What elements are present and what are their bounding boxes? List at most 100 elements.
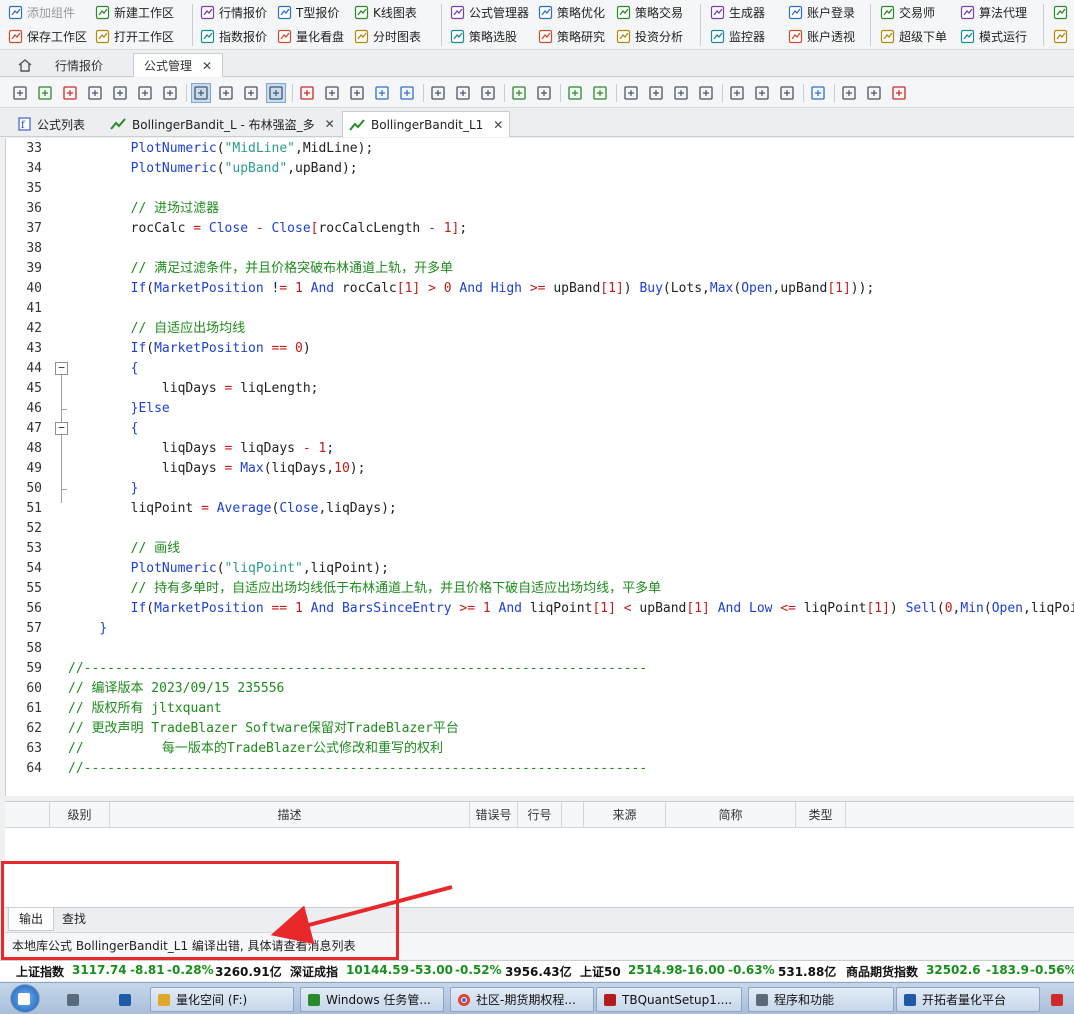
toolbar-button-save-workspace[interactable]: 保存工作区 (8, 25, 87, 47)
toolbar-button-open[interactable] (85, 83, 105, 103)
toolbar-button-copy[interactable] (322, 83, 342, 103)
taskbar-item-windows-start[interactable] (10, 984, 40, 1013)
desktop-icon (67, 993, 79, 1006)
column-header[interactable]: 级别 (50, 802, 110, 828)
toolbar-button-edit[interactable] (509, 83, 529, 103)
column-header[interactable]: 简称 (666, 802, 796, 828)
toolbar-button-strategy-optimize[interactable]: 策略优化 (538, 1, 605, 23)
toolbar-button-invest-analysis[interactable]: 投资分析 (616, 25, 683, 47)
toolbar-button-paste[interactable] (347, 83, 367, 103)
toolbar-button-cut[interactable] (297, 83, 317, 103)
toolbar-button-redo[interactable] (397, 83, 417, 103)
taskbar-item-folder[interactable]: 量化空间 (F:) (150, 987, 294, 1012)
taskbar-item-tb-platform[interactable]: 开拓者量化平台 (896, 987, 1040, 1012)
toolbar-button-strategy-trade[interactable]: 策略交易 (616, 1, 683, 23)
toolbar-button-panel-left[interactable] (191, 83, 211, 103)
toolbar-button-menu[interactable] (10, 83, 30, 103)
toolbar-button-kline-chart[interactable]: K线图表 (354, 1, 417, 23)
toolbar-button-account-view[interactable]: 账户透视 (788, 25, 855, 47)
toolbar-button-export[interactable] (590, 83, 610, 103)
close-icon[interactable]: ✕ (202, 59, 212, 73)
taskbar-item-task-manager[interactable]: Windows 任务管... (300, 987, 444, 1012)
toolbar-button-super-order[interactable]: 超级下单 (880, 25, 947, 47)
taskbar-item-chrome[interactable]: 社区-期货期权程... (450, 987, 594, 1012)
toolbar-button-account-login[interactable]: 账户登录 (788, 1, 855, 23)
toolbar-button-add-component[interactable]: 添加组件 (8, 1, 75, 23)
fold-toggle-icon[interactable]: − (55, 422, 68, 435)
close-icon[interactable]: ✕ (325, 117, 335, 131)
toolbar-button-goto[interactable] (696, 83, 716, 103)
toolbar-button-grid-b[interactable] (453, 83, 473, 103)
toolbar-button-search[interactable] (646, 83, 666, 103)
toolbar-button-mode-run[interactable]: 模式运行 (960, 25, 1027, 47)
toolbar-button-formula-manager[interactable]: 公式管理器 (450, 1, 529, 23)
toolbar-button-new-workspace[interactable]: 新建工作区 (95, 1, 174, 23)
toolbar-button-list[interactable] (241, 83, 261, 103)
toolbar-button-zoom-in[interactable] (752, 83, 772, 103)
tab-home[interactable] (8, 53, 42, 77)
toolbar-button-check[interactable] (864, 83, 884, 103)
code-line: 36 // 进场过滤器 (6, 199, 1074, 219)
taskbar-item-programs[interactable]: 程序和功能 (748, 987, 894, 1012)
column-header[interactable]: 来源 (584, 802, 666, 828)
taskbar-item-desktop[interactable] (60, 987, 90, 1012)
toolbar-button-quant-view[interactable]: 量化看盘 (277, 25, 344, 47)
column-header[interactable]: 错误号 (470, 802, 518, 828)
toolbar-button-preview[interactable] (266, 83, 286, 103)
tab-formula-manager[interactable]: 公式管理 ✕ (133, 53, 223, 77)
column-header[interactable]: 描述 (110, 802, 470, 828)
ticker-name[interactable]: 商品期货指数 (846, 963, 918, 980)
toolbar-button-tree[interactable] (216, 83, 236, 103)
ticker-name[interactable]: 深证成指 (290, 963, 338, 980)
line-number: 62 (26, 721, 42, 736)
toolbar-button-save[interactable] (135, 83, 155, 103)
code-editor[interactable]: 33 PlotNumeric("MidLine",MidLine); 34 Plo… (5, 138, 1074, 796)
toolbar-button-replace[interactable] (671, 83, 691, 103)
toolbar-button-save-all[interactable] (160, 83, 180, 103)
toolbar-button-zoom-out[interactable] (777, 83, 797, 103)
toolbar-button-index-quote[interactable]: 指数报价 (200, 25, 267, 47)
toolbar-button-t-quote[interactable]: T型报价 (277, 1, 339, 23)
toolbar-button-stock-picking[interactable]: 策略选股 (450, 25, 517, 47)
toolbar-button-open-workspace[interactable]: 打开工作区 (95, 25, 174, 47)
toolbar-button-disabled-edit[interactable] (534, 83, 554, 103)
toolbar-button-verify[interactable] (621, 83, 641, 103)
toolbar-button-undo[interactable] (372, 83, 392, 103)
tab-find[interactable]: 查找 (52, 908, 96, 931)
tab-bollinger-l[interactable]: BollingerBandit_L - 布林强盗_多 ✕ (104, 111, 340, 137)
toolbar-button-algo-agent[interactable]: 算法代理 (960, 1, 1027, 23)
toolbar-button-strategy-research[interactable]: 策略研究 (538, 25, 605, 47)
toolbar-button-grid-a[interactable] (428, 83, 448, 103)
toolbar-button-settings[interactable] (1053, 1, 1072, 23)
toolbar-button-layout[interactable] (1053, 25, 1072, 47)
column-header[interactable] (562, 802, 584, 828)
ticker-name[interactable]: 上证50 (580, 963, 621, 980)
toolbar-button-swap[interactable] (808, 83, 828, 103)
column-header[interactable]: 类型 (796, 802, 846, 828)
column-header[interactable]: 行号 (518, 802, 562, 828)
toolbar-button-new-formula[interactable] (35, 83, 55, 103)
toolbar-button-timeshare-chart[interactable]: 分时图表 (354, 25, 421, 47)
toolbar-button-import[interactable] (565, 83, 585, 103)
toolbar-button-quote[interactable]: 行情报价 (200, 1, 267, 23)
toolbar-button-monitor[interactable]: 监控器 (710, 25, 765, 47)
close-icon[interactable]: ✕ (493, 118, 503, 132)
toolbar-button-save-as[interactable] (110, 83, 130, 103)
toolbar-button-trader[interactable]: 交易师 (880, 1, 935, 23)
tab-quote[interactable]: 行情报价 (46, 53, 112, 77)
toolbar-button-chart[interactable] (839, 83, 859, 103)
taskbar-item-wps[interactable] (1044, 987, 1074, 1012)
tab-formula-list[interactable]: f 公式列表 (12, 111, 96, 137)
tab-output[interactable]: 输出 (8, 908, 55, 931)
tab-bollinger-l1[interactable]: BollingerBandit_L1 ✕ (342, 111, 510, 137)
toolbar-button-new-strategy[interactable] (60, 83, 80, 103)
taskbar-item-powershell[interactable] (112, 987, 142, 1012)
code-line: 60 // 编译版本 2023/09/15 235556 (6, 679, 1074, 699)
fold-toggle-icon[interactable]: − (55, 362, 68, 375)
ticker-name[interactable]: 上证指数 (16, 963, 64, 980)
taskbar-item-installer[interactable]: TBQuantSetup1.... (596, 987, 742, 1012)
toolbar-button-grid-c[interactable] (478, 83, 498, 103)
toolbar-button-clear[interactable] (889, 83, 909, 103)
toolbar-button-font[interactable] (727, 83, 747, 103)
toolbar-button-generator[interactable]: 生成器 (710, 1, 765, 23)
